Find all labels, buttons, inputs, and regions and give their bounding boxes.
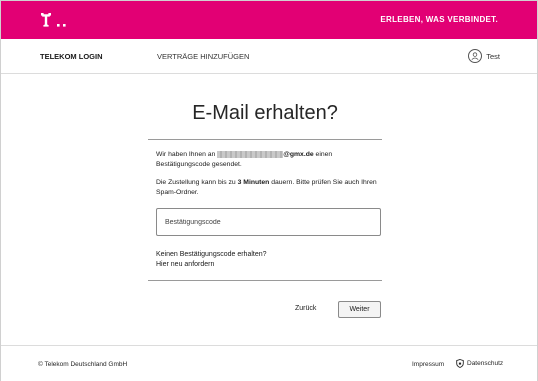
verification-code-input[interactable]	[156, 208, 381, 236]
delivery-info: Die Zustellung kann bis zu 3 Minuten dau…	[156, 178, 378, 198]
brand-bar: ERLEBEN, WAS VERBINDET.	[1, 1, 537, 39]
divider-bottom	[148, 280, 382, 281]
no-code-text: Keinen Bestätigungscode erhalten?	[156, 251, 267, 258]
footer: © Telekom Deutschland GmbH Impressum Dat…	[1, 345, 537, 381]
user-menu[interactable]: Test	[468, 48, 500, 64]
next-button[interactable]: Weiter	[338, 301, 381, 318]
copyright: © Telekom Deutschland GmbH	[38, 361, 128, 368]
masked-email-redaction	[217, 150, 284, 158]
user-icon[interactable]	[468, 49, 483, 63]
delivery-duration: 3 Minuten	[237, 179, 270, 186]
page-title: E-Mail erhalten?	[192, 102, 338, 124]
back-button[interactable]: Zurück	[295, 305, 316, 312]
divider-top	[148, 139, 382, 140]
telekom-t-logo-icon[interactable]	[41, 13, 71, 27]
email-sent-info: Wir haben Ihnen an @gmx.de einen Bestäti…	[156, 150, 366, 170]
nav-telekom-login[interactable]: TELEKOM LOGIN	[40, 52, 103, 61]
verification-card: E-Mail erhalten? Wir haben Ihnen an @gmx…	[148, 100, 382, 318]
user-name[interactable]: Test	[486, 52, 500, 61]
info-prefix: Wir haben Ihnen an	[156, 151, 216, 158]
email-domain: @gmx.de	[283, 151, 314, 158]
privacy-label[interactable]: Datenschutz	[467, 360, 503, 367]
resend-code-link[interactable]: Hier neu anfordern	[156, 260, 214, 270]
privacy-link[interactable]: Datenschutz	[456, 359, 503, 368]
slogan: ERLEBEN, WAS VERBINDET.	[380, 15, 498, 24]
nav-add-contracts[interactable]: VERTRÄGE HINZUFÜGEN	[157, 52, 249, 61]
impressum-link[interactable]: Impressum	[412, 361, 444, 368]
top-navigation: TELEKOM LOGIN VERTRÄGE HINZUFÜGEN Test	[1, 40, 537, 74]
shield-icon	[456, 359, 464, 368]
delivery-prefix: Die Zustellung kann bis zu	[156, 179, 236, 186]
